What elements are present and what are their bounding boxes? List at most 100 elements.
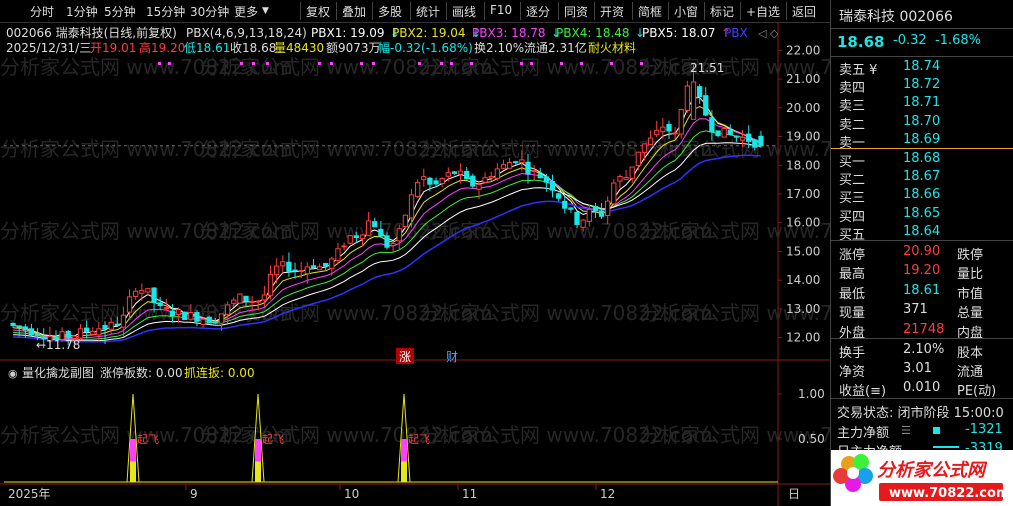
candle-body[interactable] (267, 273, 274, 296)
stat-row[interactable]: 最高 19.20 量比 (831, 262, 1013, 282)
candle-body[interactable] (286, 261, 292, 272)
candle-body[interactable] (151, 287, 157, 304)
candle-body[interactable] (139, 289, 145, 294)
more-caret-icon[interactable]: ▼ (262, 6, 269, 22)
toolbar-btn-12[interactable]: +自选 (746, 3, 780, 19)
toolbar-btn-2[interactable]: 多股 (378, 3, 402, 19)
ask-level-3[interactable]: 卖三 18.71 (831, 94, 1013, 114)
bid-level-2[interactable]: 买二 18.67 (831, 168, 1013, 188)
candle-body[interactable] (660, 126, 666, 133)
toolbar-btn-0[interactable]: 复权 (306, 3, 330, 19)
candle-body[interactable] (758, 135, 764, 147)
candle-body[interactable] (451, 171, 458, 174)
candle-body[interactable] (304, 266, 310, 275)
candle-body[interactable] (255, 300, 261, 303)
candle-body[interactable] (592, 206, 599, 212)
toolbar-btn-7[interactable]: 同资 (564, 3, 588, 19)
candle-body[interactable] (292, 269, 298, 272)
legend-next-icon[interactable]: ◇ (770, 27, 779, 40)
candle-body[interactable] (647, 137, 654, 145)
candle-body[interactable] (519, 159, 525, 164)
candle-body[interactable] (22, 326, 28, 331)
candle-body[interactable] (390, 243, 396, 247)
candle-body[interactable] (16, 325, 22, 329)
bid-level-1[interactable]: 买一 18.68 (831, 150, 1013, 170)
candle-body[interactable] (384, 235, 390, 248)
candle-body[interactable] (439, 178, 445, 185)
toolbar-btn-9[interactable]: 简框 (638, 3, 662, 19)
candle-body[interactable] (421, 176, 427, 181)
candle-body[interactable] (224, 304, 231, 315)
candle-body[interactable] (537, 173, 543, 179)
candle-body[interactable] (666, 124, 672, 132)
candle-body[interactable] (298, 269, 304, 272)
candle-body[interactable] (727, 129, 733, 135)
candle-body[interactable] (365, 220, 372, 236)
candle-body[interactable] (396, 228, 402, 242)
candle-body[interactable] (102, 325, 108, 330)
candle-body[interactable] (433, 180, 439, 185)
candle-body[interactable] (611, 182, 617, 205)
kline-chart[interactable]: 分析家公式网 www.70822.com分析家公式网 www.70822.com… (0, 22, 830, 506)
candle-body[interactable] (678, 109, 684, 135)
candle-body[interactable] (188, 312, 194, 320)
candle-body[interactable] (169, 310, 176, 317)
candle-body[interactable] (641, 143, 648, 154)
toolbar-btn-1[interactable]: 叠加 (342, 3, 366, 19)
candle-body[interactable] (629, 166, 635, 179)
candle-body[interactable] (654, 129, 660, 136)
candle-body[interactable] (83, 327, 90, 333)
candle-body[interactable] (249, 301, 255, 304)
candle-body[interactable] (212, 321, 219, 324)
candle-body[interactable] (568, 207, 574, 210)
toolbar-btn-6[interactable]: 逐分 (526, 3, 550, 19)
candle-body[interactable] (133, 290, 139, 297)
stat-row[interactable]: 外盘 21748 内盘 (831, 321, 1013, 341)
candle-body[interactable] (157, 302, 163, 306)
candle-body[interactable] (684, 85, 691, 111)
candle-body[interactable] (323, 262, 329, 267)
candle-body[interactable] (739, 136, 746, 141)
cai-badge[interactable]: 财 (446, 350, 458, 364)
candle-body[interactable] (598, 210, 605, 217)
ask-level-4[interactable]: 卖四 18.72 (831, 76, 1013, 96)
toolbar-btn-5[interactable]: F10 (490, 3, 512, 19)
candle-body[interactable] (274, 265, 280, 275)
candle-body[interactable] (341, 245, 347, 248)
candle-body[interactable] (243, 295, 249, 302)
candle-body[interactable] (175, 309, 182, 315)
stat2-row[interactable]: 换手 2.10% 股本 (831, 341, 1013, 361)
candle-body[interactable] (703, 95, 709, 116)
candle-body[interactable] (506, 162, 513, 169)
stat2-row[interactable]: 收益(≡) 0.010 PE(动) (831, 379, 1013, 399)
candle-body[interactable] (543, 176, 550, 183)
toolbar-btn-4[interactable]: 画线 (452, 3, 476, 19)
sub-collapse-icon[interactable]: ◉ (8, 367, 18, 380)
candle-body[interactable] (114, 323, 120, 327)
candle-body[interactable] (586, 208, 592, 222)
period-tab-3[interactable]: 15分钟 (146, 3, 185, 19)
candle-body[interactable] (574, 211, 580, 226)
toolbar-btn-8[interactable]: 开资 (600, 3, 624, 19)
candle-body[interactable] (359, 234, 366, 240)
candle-body[interactable] (464, 170, 470, 180)
candle-body[interactable] (457, 170, 464, 175)
indicator-name[interactable]: PBX(4,6,9,13,18,24) (186, 26, 307, 40)
candle-body[interactable] (96, 328, 102, 336)
bid-level-5[interactable]: 买五 18.64 (831, 223, 1013, 243)
candle-body[interactable] (65, 330, 71, 338)
candle-body[interactable] (231, 299, 237, 304)
candle-body[interactable] (206, 316, 212, 324)
candle-body[interactable] (635, 151, 641, 166)
bid-level-4[interactable]: 买四 18.65 (831, 205, 1013, 225)
ask-level-5[interactable]: 卖五 ¥ 18.74 (831, 58, 1013, 78)
candle-body[interactable] (617, 176, 623, 182)
candle-body[interactable] (500, 164, 507, 169)
period-tab-0[interactable]: 分时 (30, 3, 54, 19)
candle-body[interactable] (347, 235, 353, 244)
candle-body[interactable] (120, 314, 127, 328)
candle-body[interactable] (378, 228, 384, 237)
candle-body[interactable] (709, 117, 715, 133)
candle-body[interactable] (562, 200, 568, 209)
ask-level-1[interactable]: 卖一 18.69 (831, 131, 1013, 151)
